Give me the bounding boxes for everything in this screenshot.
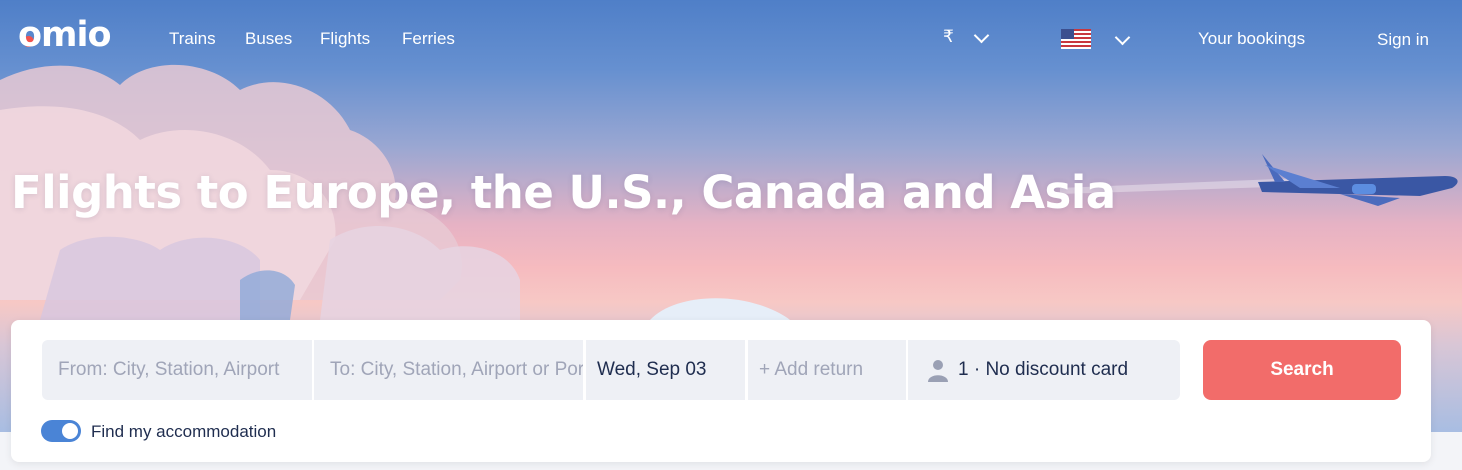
- to-placeholder: To: City, Station, Airport or Port: [330, 359, 583, 380]
- logo-text[interactable]: omio: [18, 15, 112, 55]
- add-return-label: + Add return: [759, 359, 864, 380]
- currency-symbol: ₹: [943, 27, 954, 46]
- search-card: From: City, Station, Airport To: City, S…: [11, 320, 1431, 462]
- chevron-down-icon: [973, 27, 990, 43]
- departure-date-field[interactable]: Wed, Sep 03: [586, 340, 745, 400]
- search-button[interactable]: Search: [1203, 340, 1401, 400]
- sign-in-link[interactable]: Sign in: [1377, 30, 1429, 50]
- return-date-field[interactable]: + Add return: [748, 340, 906, 400]
- passenger-summary: 1 · No discount card: [958, 359, 1129, 380]
- accommodation-toggle[interactable]: [41, 420, 81, 442]
- currency-selector[interactable]: ₹: [943, 27, 990, 47]
- from-placeholder: From: City, Station, Airport: [58, 359, 280, 380]
- accommodation-label: Find my accommodation: [91, 422, 277, 441]
- language-selector[interactable]: [1061, 29, 1131, 49]
- departure-date: Wed, Sep 03: [597, 359, 707, 380]
- toggle-knob: [62, 423, 78, 439]
- page-title: Flights to Europe, the U.S., Canada and …: [11, 166, 1116, 219]
- nav-trains[interactable]: Trains: [169, 29, 216, 49]
- nav-ferries[interactable]: Ferries: [402, 29, 455, 49]
- nav-buses[interactable]: Buses: [245, 29, 292, 49]
- person-icon: [928, 360, 948, 382]
- nav-flights[interactable]: Flights: [320, 29, 370, 49]
- from-input[interactable]: From: City, Station, Airport: [42, 340, 312, 400]
- to-input[interactable]: To: City, Station, Airport or Port: [314, 340, 583, 400]
- passenger-selector[interactable]: 1 · No discount card: [908, 340, 1180, 400]
- us-flag-icon: [1061, 29, 1091, 49]
- airplane-illustration: [1258, 154, 1458, 206]
- your-bookings-link[interactable]: Your bookings: [1198, 29, 1305, 49]
- chevron-down-icon: [1114, 29, 1131, 45]
